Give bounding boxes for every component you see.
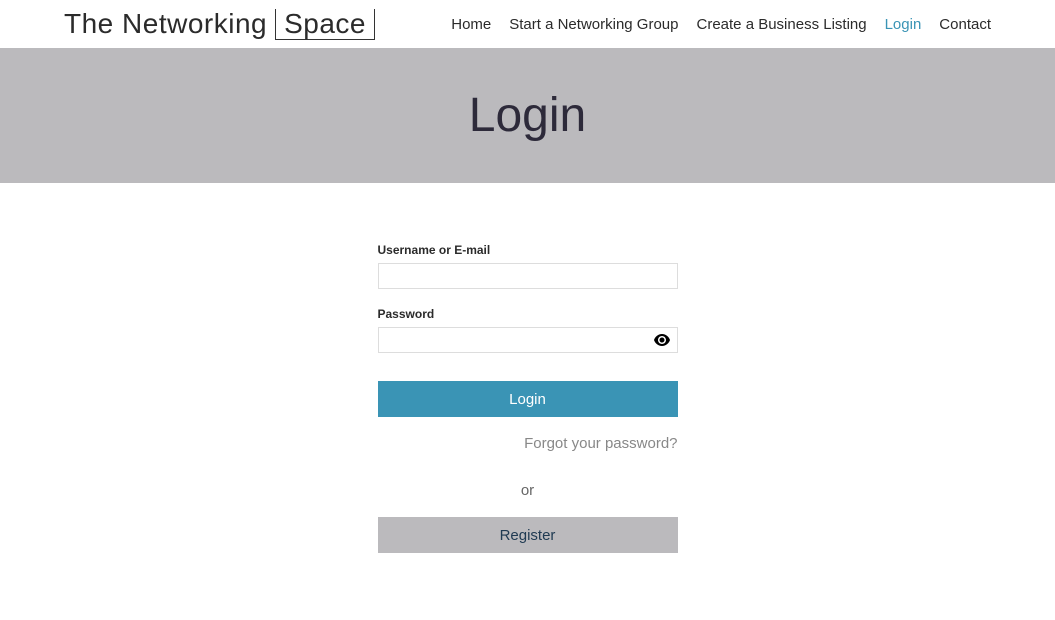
page-header: Login xyxy=(0,48,1055,183)
nav-login[interactable]: Login xyxy=(885,16,922,33)
username-label: Username or E-mail xyxy=(378,243,678,257)
page-title: Login xyxy=(469,88,586,143)
password-input-wrap xyxy=(378,327,678,353)
main-nav: Home Start a Networking Group Create a B… xyxy=(451,16,991,33)
username-group: Username or E-mail xyxy=(378,243,678,289)
password-label: Password xyxy=(378,307,678,321)
username-field[interactable] xyxy=(378,263,678,289)
nav-contact[interactable]: Contact xyxy=(939,16,991,33)
site-logo[interactable]: The Networking Space xyxy=(64,8,375,41)
register-button[interactable]: Register xyxy=(378,517,678,553)
password-group: Password xyxy=(378,307,678,353)
username-input-wrap xyxy=(378,263,678,289)
header: The Networking Space Home Start a Networ… xyxy=(0,0,1055,48)
forgot-password-link[interactable]: Forgot your password? xyxy=(378,435,678,452)
nav-create-listing[interactable]: Create a Business Listing xyxy=(697,16,867,33)
logo-prefix: The Networking xyxy=(64,8,267,40)
or-divider: or xyxy=(378,482,678,499)
nav-home[interactable]: Home xyxy=(451,16,491,33)
password-field[interactable] xyxy=(378,327,678,353)
eye-icon[interactable] xyxy=(654,334,670,346)
login-button[interactable]: Login xyxy=(378,381,678,417)
login-form: Username or E-mail Password Login Forgot… xyxy=(378,243,678,553)
nav-start-group[interactable]: Start a Networking Group xyxy=(509,16,678,33)
logo-suffix: Space xyxy=(275,9,375,41)
